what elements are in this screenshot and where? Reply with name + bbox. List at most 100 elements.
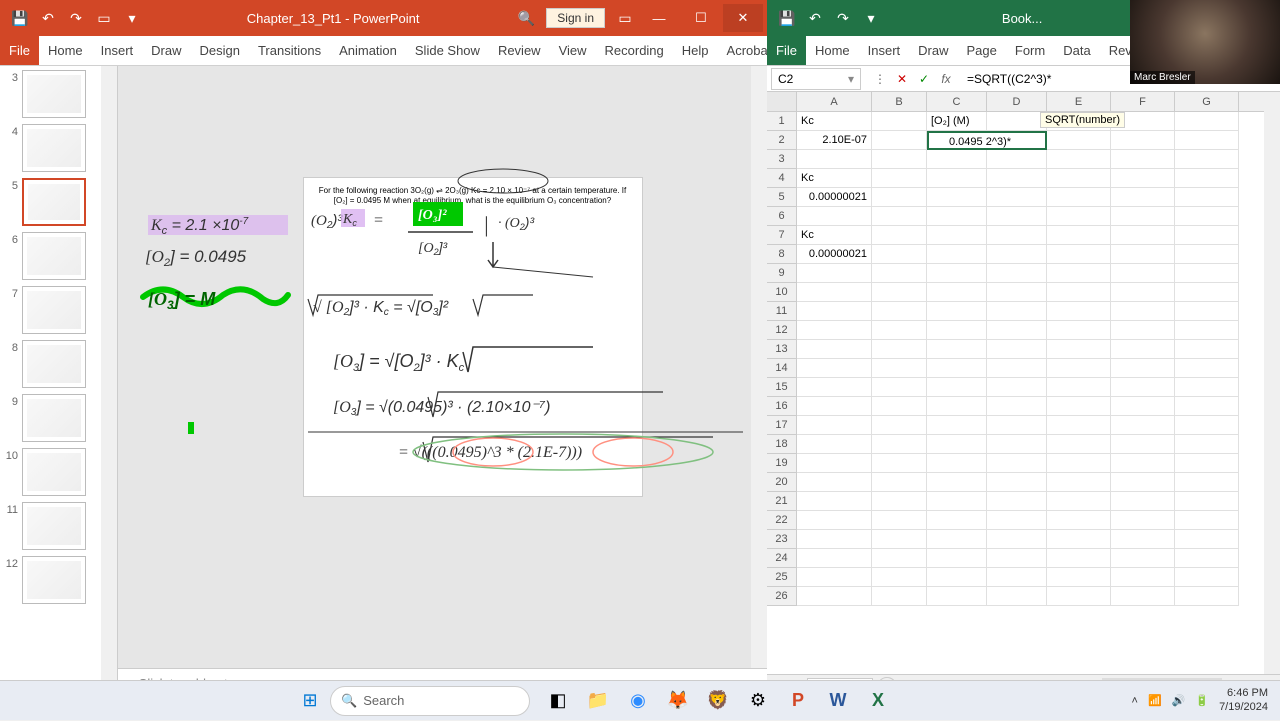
row-header-18[interactable]: 18 [767, 435, 797, 454]
tray-clock[interactable]: 6:46 PM 7/19/2024 [1219, 687, 1268, 713]
row-header-22[interactable]: 22 [767, 511, 797, 530]
cell-D8[interactable] [987, 245, 1047, 264]
cell-B14[interactable] [872, 359, 927, 378]
undo-icon[interactable]: ↶ [36, 6, 60, 30]
cell-F3[interactable] [1111, 150, 1175, 169]
cell-G4[interactable] [1175, 169, 1239, 188]
cell-G18[interactable] [1175, 435, 1239, 454]
cell-A7[interactable]: Kc [797, 226, 872, 245]
row-header-6[interactable]: 6 [767, 207, 797, 226]
row-header-11[interactable]: 11 [767, 302, 797, 321]
cell-B4[interactable] [872, 169, 927, 188]
cell-A5[interactable]: 0.00000021 [797, 188, 872, 207]
cell-E10[interactable] [1047, 283, 1111, 302]
cell-B22[interactable] [872, 511, 927, 530]
cell-C17[interactable] [927, 416, 987, 435]
cell-D21[interactable] [987, 492, 1047, 511]
cell-C11[interactable] [927, 302, 987, 321]
xl-qat-more-icon[interactable]: ▾ [859, 6, 883, 30]
xl-tab-form[interactable]: Form [1006, 36, 1054, 65]
row-header-7[interactable]: 7 [767, 226, 797, 245]
settings-icon[interactable]: ⚙ [740, 683, 776, 719]
signin-button[interactable]: Sign in [546, 8, 605, 28]
cell-A1[interactable]: Kc [797, 112, 872, 131]
cell-A4[interactable]: Kc [797, 169, 872, 188]
cell-C21[interactable] [927, 492, 987, 511]
xl-redo-icon[interactable]: ↷ [831, 6, 855, 30]
cell-G10[interactable] [1175, 283, 1239, 302]
slide-thumbnail-8[interactable] [22, 340, 86, 388]
xl-tab-home[interactable]: Home [806, 36, 859, 65]
cell-A25[interactable] [797, 568, 872, 587]
fx-icon[interactable]: fx [937, 70, 955, 88]
cell-C1[interactable]: [O₂] (M) [927, 112, 987, 131]
row-header-21[interactable]: 21 [767, 492, 797, 511]
cell-B24[interactable] [872, 549, 927, 568]
xl-save-icon[interactable]: 💾 [775, 6, 799, 30]
cell-D17[interactable] [987, 416, 1047, 435]
cell-F25[interactable] [1111, 568, 1175, 587]
ribbon-mode-icon[interactable]: ▭ [613, 6, 637, 30]
cell-E16[interactable] [1047, 397, 1111, 416]
qat-more-icon[interactable]: ▾ [120, 6, 144, 30]
cell-G7[interactable] [1175, 226, 1239, 245]
ppt-tab-home[interactable]: Home [39, 36, 92, 65]
brave-icon[interactable]: 🦁 [700, 683, 736, 719]
cell-E19[interactable] [1047, 454, 1111, 473]
row-header-17[interactable]: 17 [767, 416, 797, 435]
firefox-icon[interactable]: 🦊 [660, 683, 696, 719]
row-header-24[interactable]: 24 [767, 549, 797, 568]
cell-E5[interactable] [1047, 188, 1111, 207]
row-header-12[interactable]: 12 [767, 321, 797, 340]
row-header-25[interactable]: 25 [767, 568, 797, 587]
col-header-C[interactable]: C [927, 92, 987, 111]
cell-F18[interactable] [1111, 435, 1175, 454]
ppt-tab-view[interactable]: View [550, 36, 596, 65]
cell-C24[interactable] [927, 549, 987, 568]
col-header-F[interactable]: F [1111, 92, 1175, 111]
cell-D11[interactable] [987, 302, 1047, 321]
cell-G11[interactable] [1175, 302, 1239, 321]
cell-C4[interactable] [927, 169, 987, 188]
cell-F8[interactable] [1111, 245, 1175, 264]
row-header-16[interactable]: 16 [767, 397, 797, 416]
redo-icon[interactable]: ↷ [64, 6, 88, 30]
cell-F5[interactable] [1111, 188, 1175, 207]
row-header-15[interactable]: 15 [767, 378, 797, 397]
cell-C16[interactable] [927, 397, 987, 416]
cell-E24[interactable] [1047, 549, 1111, 568]
cell-E25[interactable] [1047, 568, 1111, 587]
cell-G2[interactable] [1175, 131, 1239, 150]
cell-A21[interactable] [797, 492, 872, 511]
cell-E7[interactable] [1047, 226, 1111, 245]
cell-B2[interactable] [872, 131, 927, 150]
cell-B8[interactable] [872, 245, 927, 264]
cell-B23[interactable] [872, 530, 927, 549]
row-header-4[interactable]: 4 [767, 169, 797, 188]
cell-C22[interactable] [927, 511, 987, 530]
cell-F13[interactable] [1111, 340, 1175, 359]
cell-F20[interactable] [1111, 473, 1175, 492]
cell-G19[interactable] [1175, 454, 1239, 473]
cell-B25[interactable] [872, 568, 927, 587]
cell-D13[interactable] [987, 340, 1047, 359]
ppt-tab-review[interactable]: Review [489, 36, 550, 65]
cell-A12[interactable] [797, 321, 872, 340]
dropdown-icon[interactable]: ⋮ [871, 70, 889, 88]
cell-G17[interactable] [1175, 416, 1239, 435]
ppt-tab-file[interactable]: File [0, 36, 39, 65]
cell-D15[interactable] [987, 378, 1047, 397]
cell-A16[interactable] [797, 397, 872, 416]
cell-E18[interactable] [1047, 435, 1111, 454]
cell-E26[interactable] [1047, 587, 1111, 606]
cell-B12[interactable] [872, 321, 927, 340]
ppt-tab-slideshow[interactable]: Slide Show [406, 36, 489, 65]
cell-B9[interactable] [872, 264, 927, 283]
cell-F6[interactable] [1111, 207, 1175, 226]
cell-D18[interactable] [987, 435, 1047, 454]
cell-E14[interactable] [1047, 359, 1111, 378]
row-header-3[interactable]: 3 [767, 150, 797, 169]
close-button[interactable]: ✕ [723, 4, 763, 32]
cell-A19[interactable] [797, 454, 872, 473]
ppt-tab-insert[interactable]: Insert [92, 36, 143, 65]
